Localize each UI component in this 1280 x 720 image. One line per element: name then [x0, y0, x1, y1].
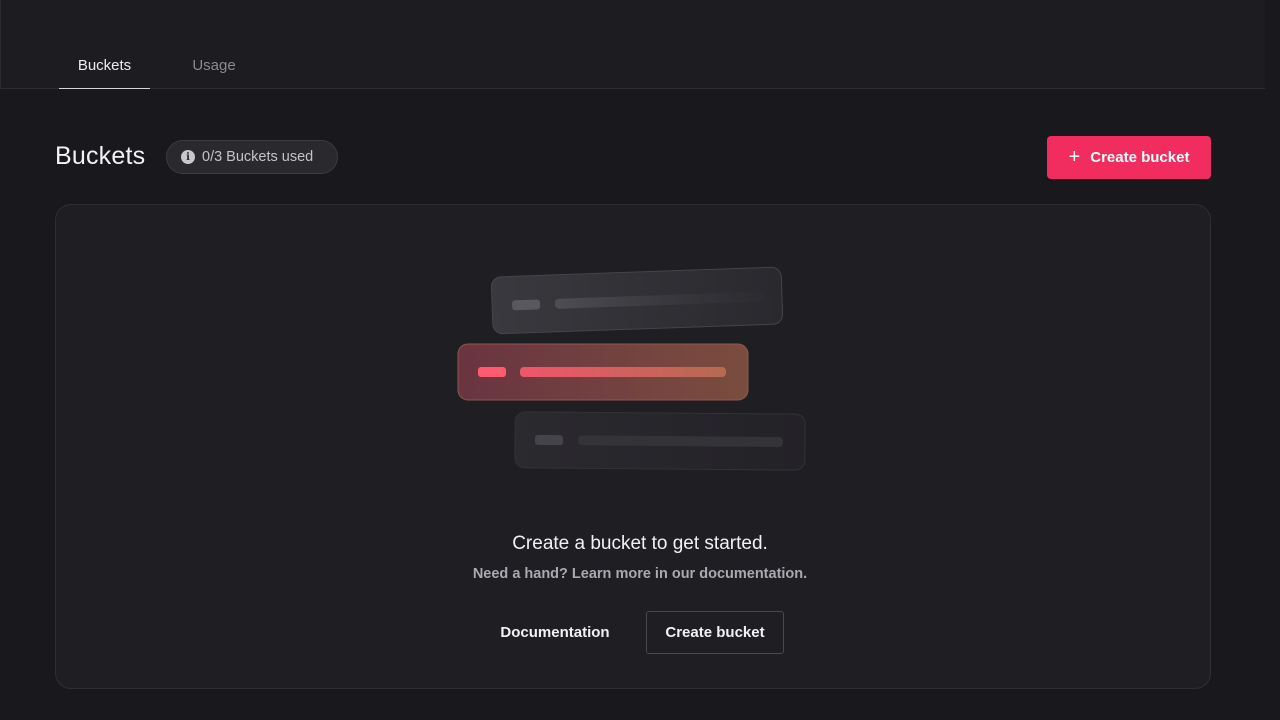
tab-buckets-label: Buckets [77, 57, 132, 74]
bucket-usage-badge: i 0/3 Buckets used [166, 140, 338, 174]
tab-bar: Buckets Usage [59, 0, 278, 89]
empty-state-card [55, 204, 1211, 689]
tab-usage[interactable]: Usage [150, 0, 278, 89]
page-title: Buckets [55, 142, 146, 170]
tab-buckets[interactable]: Buckets [59, 0, 150, 89]
create-bucket-button[interactable]: + Create bucket [1047, 136, 1211, 179]
tab-usage-label: Usage [192, 57, 236, 74]
info-icon: i [181, 150, 195, 164]
empty-state-create-bucket-button[interactable]: Create bucket [646, 611, 784, 654]
bucket-usage-text: 0/3 Buckets used [202, 149, 314, 165]
documentation-button[interactable]: Documentation [486, 611, 624, 654]
empty-state-title: Create a bucket to get started. [512, 533, 768, 554]
create-bucket-button-label: Create bucket [1090, 149, 1190, 166]
empty-state-subtitle: Need a hand? Learn more in our documenta… [472, 566, 808, 582]
plus-icon: + [1068, 146, 1081, 168]
